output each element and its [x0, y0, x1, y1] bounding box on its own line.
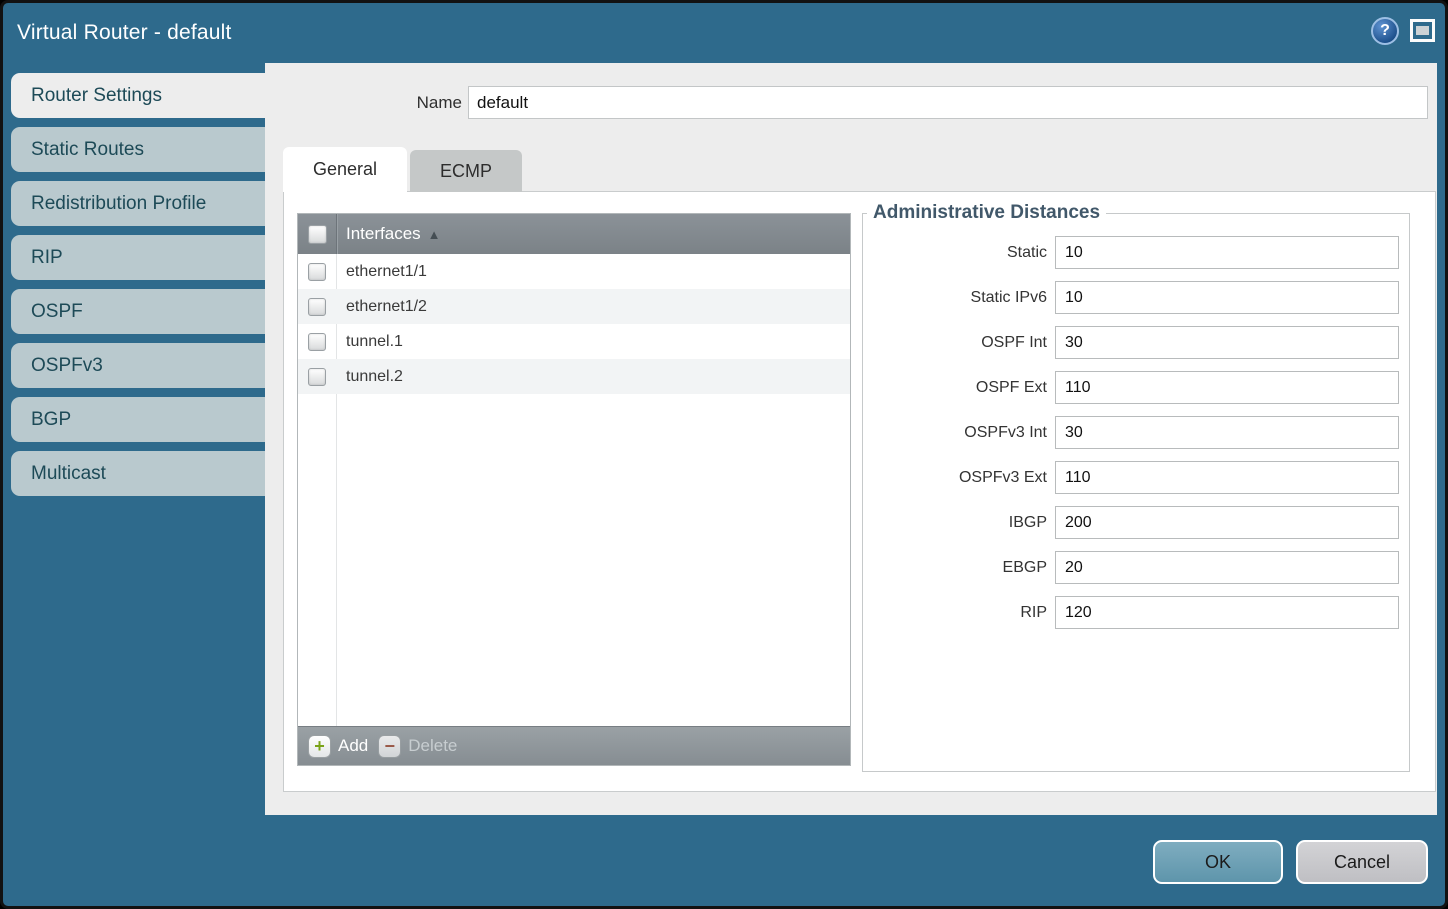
- select-all-checkbox[interactable]: [308, 225, 327, 244]
- tab-strip: General ECMP: [283, 147, 522, 192]
- sidebar-item-label: Static Routes: [31, 139, 144, 161]
- content-panel: Name General ECMP Interfaces: [265, 63, 1437, 815]
- general-tab-panel: Interfaces ▲ ethernet1/1 ethernet1/2: [283, 191, 1436, 792]
- window-restore-icon-inner: [1416, 26, 1429, 35]
- admin-distance-row: EBGP: [863, 551, 1409, 584]
- admin-distance-row: Static: [863, 236, 1409, 269]
- sidebar-item-ospf[interactable]: OSPF: [11, 289, 265, 334]
- sidebar-item-label: Multicast: [31, 463, 106, 485]
- interfaces-table-body: ethernet1/1 ethernet1/2 tunnel.1: [298, 254, 850, 726]
- admin-distance-row: RIP: [863, 596, 1409, 629]
- column-separator: [336, 214, 337, 254]
- admin-distance-label: IBGP: [1009, 514, 1047, 532]
- admin-distances-fieldset: Administrative Distances Static Static I…: [862, 202, 1410, 772]
- row-checkbox[interactable]: [308, 333, 326, 351]
- admin-distance-label: RIP: [1020, 604, 1047, 622]
- admin-distance-label: Static IPv6: [971, 289, 1047, 307]
- admin-distance-row: IBGP: [863, 506, 1409, 539]
- sidebar-item-multicast[interactable]: Multicast: [11, 451, 265, 496]
- admin-distance-label: EBGP: [1003, 559, 1047, 577]
- interface-row[interactable]: tunnel.2: [298, 359, 850, 394]
- row-checkbox[interactable]: [308, 368, 326, 386]
- admin-distance-input[interactable]: [1055, 371, 1399, 404]
- add-plus-icon: +: [308, 735, 331, 758]
- interface-name: ethernet1/1: [346, 263, 427, 281]
- cancel-button[interactable]: Cancel: [1296, 840, 1428, 884]
- delete-minus-icon: −: [378, 735, 401, 758]
- interfaces-column-header[interactable]: Interfaces ▲: [298, 214, 850, 254]
- interface-name: tunnel.2: [346, 368, 403, 386]
- delete-button-label: Delete: [408, 736, 457, 756]
- interface-name: tunnel.1: [346, 333, 403, 351]
- titlebar: Virtual Router - default ?: [3, 3, 1445, 63]
- admin-distance-input[interactable]: [1055, 416, 1399, 449]
- sidebar-item-static-routes[interactable]: Static Routes: [11, 127, 265, 172]
- window-restore-icon[interactable]: [1410, 19, 1435, 42]
- sidebar-item-bgp[interactable]: BGP: [11, 397, 265, 442]
- interface-row[interactable]: ethernet1/2: [298, 289, 850, 324]
- name-input[interactable]: [468, 86, 1428, 119]
- interface-name: ethernet1/2: [346, 298, 427, 316]
- tab-ecmp[interactable]: ECMP: [410, 150, 522, 192]
- tab-label: General: [313, 159, 377, 180]
- name-label: Name: [265, 86, 462, 119]
- admin-distance-label: Static: [1007, 244, 1047, 262]
- admin-distance-label: OSPF Ext: [976, 379, 1047, 397]
- sidebar-item-rip[interactable]: RIP: [11, 235, 265, 280]
- admin-distance-input[interactable]: [1055, 596, 1399, 629]
- admin-distance-row: OSPF Int: [863, 326, 1409, 359]
- interface-row[interactable]: ethernet1/1: [298, 254, 850, 289]
- sort-ascending-icon: ▲: [428, 227, 441, 242]
- admin-distance-row: OSPFv3 Ext: [863, 461, 1409, 494]
- sidebar-item-label: OSPF: [31, 301, 83, 323]
- delete-button[interactable]: − Delete: [378, 735, 457, 758]
- admin-distances-rows: Static Static IPv6 OSPF Int: [863, 224, 1409, 629]
- interfaces-table: Interfaces ▲ ethernet1/1 ethernet1/2: [297, 213, 851, 766]
- admin-distances-title: Administrative Distances: [867, 202, 1106, 224]
- sidebar-item-redistribution-profile[interactable]: Redistribution Profile: [11, 181, 265, 226]
- help-icon[interactable]: ?: [1371, 17, 1399, 45]
- sidebar-item-label: RIP: [31, 247, 63, 269]
- interface-row[interactable]: tunnel.1: [298, 324, 850, 359]
- ok-button[interactable]: OK: [1153, 840, 1283, 884]
- admin-distance-input[interactable]: [1055, 506, 1399, 539]
- sidebar-item-label: Router Settings: [31, 85, 162, 107]
- row-checkbox[interactable]: [308, 298, 326, 316]
- interfaces-toolbar: + Add − Delete: [298, 726, 850, 765]
- admin-distance-row: OSPF Ext: [863, 371, 1409, 404]
- interfaces-header-label: Interfaces: [346, 224, 421, 244]
- admin-distance-label: OSPFv3 Int: [964, 424, 1047, 442]
- sidebar-item-label: BGP: [31, 409, 71, 431]
- admin-distance-input[interactable]: [1055, 461, 1399, 494]
- virtual-router-dialog: Virtual Router - default ? Name General …: [0, 0, 1448, 909]
- dialog-title: Virtual Router - default: [17, 3, 232, 63]
- admin-distance-row: OSPFv3 Int: [863, 416, 1409, 449]
- sidebar: Router Settings Static Routes Redistribu…: [11, 73, 265, 496]
- sidebar-item-label: Redistribution Profile: [31, 193, 206, 215]
- admin-distance-label: OSPFv3 Ext: [959, 469, 1047, 487]
- add-button-label: Add: [338, 736, 368, 756]
- admin-distance-input[interactable]: [1055, 326, 1399, 359]
- sidebar-item-label: OSPFv3: [31, 355, 103, 377]
- sidebar-item-router-settings[interactable]: Router Settings: [11, 73, 265, 118]
- tab-label: ECMP: [440, 161, 492, 182]
- sidebar-item-ospfv3[interactable]: OSPFv3: [11, 343, 265, 388]
- admin-distance-label: OSPF Int: [981, 334, 1047, 352]
- tab-general[interactable]: General: [283, 147, 407, 192]
- row-checkbox[interactable]: [308, 263, 326, 281]
- admin-distance-row: Static IPv6: [863, 281, 1409, 314]
- admin-distance-input[interactable]: [1055, 551, 1399, 584]
- admin-distance-input[interactable]: [1055, 281, 1399, 314]
- help-glyph: ?: [1380, 22, 1390, 40]
- add-button[interactable]: + Add: [308, 735, 368, 758]
- admin-distance-input[interactable]: [1055, 236, 1399, 269]
